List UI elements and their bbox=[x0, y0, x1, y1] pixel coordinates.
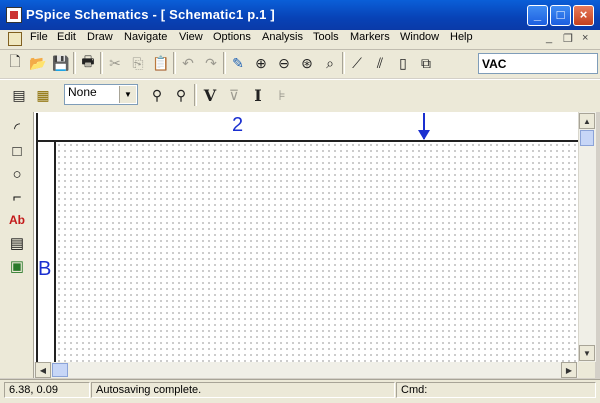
menu-window[interactable]: Window bbox=[400, 31, 439, 43]
print-icon[interactable]: 🖶 bbox=[77, 52, 99, 74]
mdi-restore-button[interactable]: ❐ bbox=[563, 32, 573, 45]
border-top-strip bbox=[36, 113, 584, 142]
menu-options[interactable]: Options bbox=[213, 31, 251, 43]
status-message: Autosaving complete. bbox=[91, 382, 395, 398]
text-tool-icon[interactable]: Ab bbox=[6, 209, 28, 231]
window-title: PSpice Schematics - [ Schematic1 p.1 ] bbox=[26, 7, 275, 22]
copy-icon[interactable]: ⎘ bbox=[127, 52, 149, 74]
menu-navigate[interactable]: Navigate bbox=[124, 31, 167, 43]
voltage-marker-button[interactable]: V bbox=[199, 84, 221, 106]
horizontal-scroll-thumb[interactable] bbox=[52, 363, 68, 377]
chevron-down-icon[interactable]: ▼ bbox=[119, 86, 136, 103]
voltage-diff-icon[interactable]: ⊽ bbox=[223, 84, 245, 106]
cut-icon[interactable]: ✂ bbox=[104, 52, 126, 74]
toolbar-separator bbox=[173, 52, 176, 74]
polyline-tool-icon[interactable]: ⌐ bbox=[6, 186, 28, 208]
draw-block-icon[interactable]: ▯ bbox=[392, 52, 414, 74]
center-arrow-icon bbox=[418, 130, 430, 140]
app-icon[interactable] bbox=[6, 7, 22, 23]
redo-icon[interactable]: ↷ bbox=[200, 52, 222, 74]
document-menu-icon[interactable] bbox=[8, 32, 22, 46]
redraw-icon[interactable]: ✎ bbox=[227, 52, 249, 74]
power-marker-icon[interactable]: ⊧ bbox=[271, 84, 293, 106]
new-file-icon[interactable]: 🗋 bbox=[4, 52, 26, 74]
part-name-field[interactable] bbox=[478, 53, 598, 74]
display-combo[interactable]: None ▼ bbox=[64, 84, 138, 105]
vertical-scroll-thumb[interactable] bbox=[580, 130, 594, 146]
probe-search-icon[interactable]: ⚲ bbox=[170, 84, 192, 106]
get-part-icon[interactable]: ⧉ bbox=[415, 52, 437, 74]
simulate-icon[interactable]: ▦ bbox=[32, 84, 54, 106]
insert-picture-icon[interactable]: ▣ bbox=[6, 255, 28, 277]
vertical-scrollbar[interactable] bbox=[578, 112, 596, 362]
menu-tools[interactable]: Tools bbox=[313, 31, 339, 43]
menu-markers[interactable]: Markers bbox=[350, 31, 390, 43]
command-label: Cmd: bbox=[396, 382, 596, 398]
border-column-label: 2 bbox=[232, 114, 244, 136]
menu-edit[interactable]: Edit bbox=[57, 31, 76, 43]
paste-icon[interactable]: 📋 bbox=[150, 52, 172, 74]
scroll-corner bbox=[578, 362, 595, 378]
box-tool-icon[interactable]: □ bbox=[6, 140, 28, 162]
zoom-fit-icon[interactable]: ⌕ bbox=[319, 52, 341, 74]
menu-view[interactable]: View bbox=[179, 31, 203, 43]
schematic-grid[interactable] bbox=[54, 142, 586, 362]
open-folder-icon[interactable]: 📂 bbox=[27, 52, 49, 74]
mdi-minimize-button[interactable]: _ bbox=[546, 32, 552, 44]
zoom-area-icon[interactable]: ⊛ bbox=[296, 52, 318, 74]
draw-bus-icon[interactable]: ⫽ bbox=[369, 52, 391, 74]
current-marker-button[interactable]: I bbox=[247, 84, 269, 106]
minimize-button[interactable]: _ bbox=[527, 5, 548, 26]
zoom-out-icon[interactable]: ⊖ bbox=[273, 52, 295, 74]
scroll-up-icon[interactable]: ▲ bbox=[579, 113, 595, 129]
cursor-coordinates: 6.38, 0.09 bbox=[4, 382, 90, 398]
toolbar-separator bbox=[100, 52, 103, 74]
draw-wire-icon[interactable]: ⟋ bbox=[346, 52, 368, 74]
menu-analysis[interactable]: Analysis bbox=[262, 31, 303, 43]
save-icon[interactable]: 💾 bbox=[50, 52, 72, 74]
close-button[interactable]: × bbox=[573, 5, 594, 26]
probe-icon[interactable]: ⚲ bbox=[146, 84, 168, 106]
maximize-button[interactable]: □ bbox=[550, 5, 571, 26]
zoom-in-icon[interactable]: ⊕ bbox=[250, 52, 272, 74]
border-row-label: B bbox=[38, 258, 52, 280]
menu-help[interactable]: Help bbox=[450, 31, 473, 43]
menu-draw[interactable]: Draw bbox=[87, 31, 113, 43]
text-box-tool-icon[interactable]: ▤ bbox=[6, 232, 28, 254]
toolbar-separator bbox=[73, 52, 76, 74]
display-combo-value: None bbox=[68, 85, 97, 99]
toolbar-separator bbox=[342, 52, 345, 74]
circle-tool-icon[interactable]: ○ bbox=[6, 163, 28, 185]
toolbar-separator bbox=[223, 52, 226, 74]
undo-icon[interactable]: ↶ bbox=[177, 52, 199, 74]
setup-icon[interactable]: ▤ bbox=[8, 84, 30, 106]
scroll-left-icon[interactable]: ◀ bbox=[35, 362, 51, 378]
toolbar-separator bbox=[194, 84, 197, 106]
scroll-down-icon[interactable]: ▼ bbox=[579, 345, 595, 361]
menu-file[interactable]: File bbox=[30, 31, 48, 43]
border-left-line bbox=[36, 113, 38, 362]
scroll-right-icon[interactable]: ▶ bbox=[561, 362, 577, 378]
arc-tool-icon[interactable]: ◜ bbox=[6, 117, 28, 139]
mdi-close-button[interactable]: × bbox=[582, 32, 588, 44]
horizontal-scrollbar[interactable] bbox=[34, 362, 578, 378]
